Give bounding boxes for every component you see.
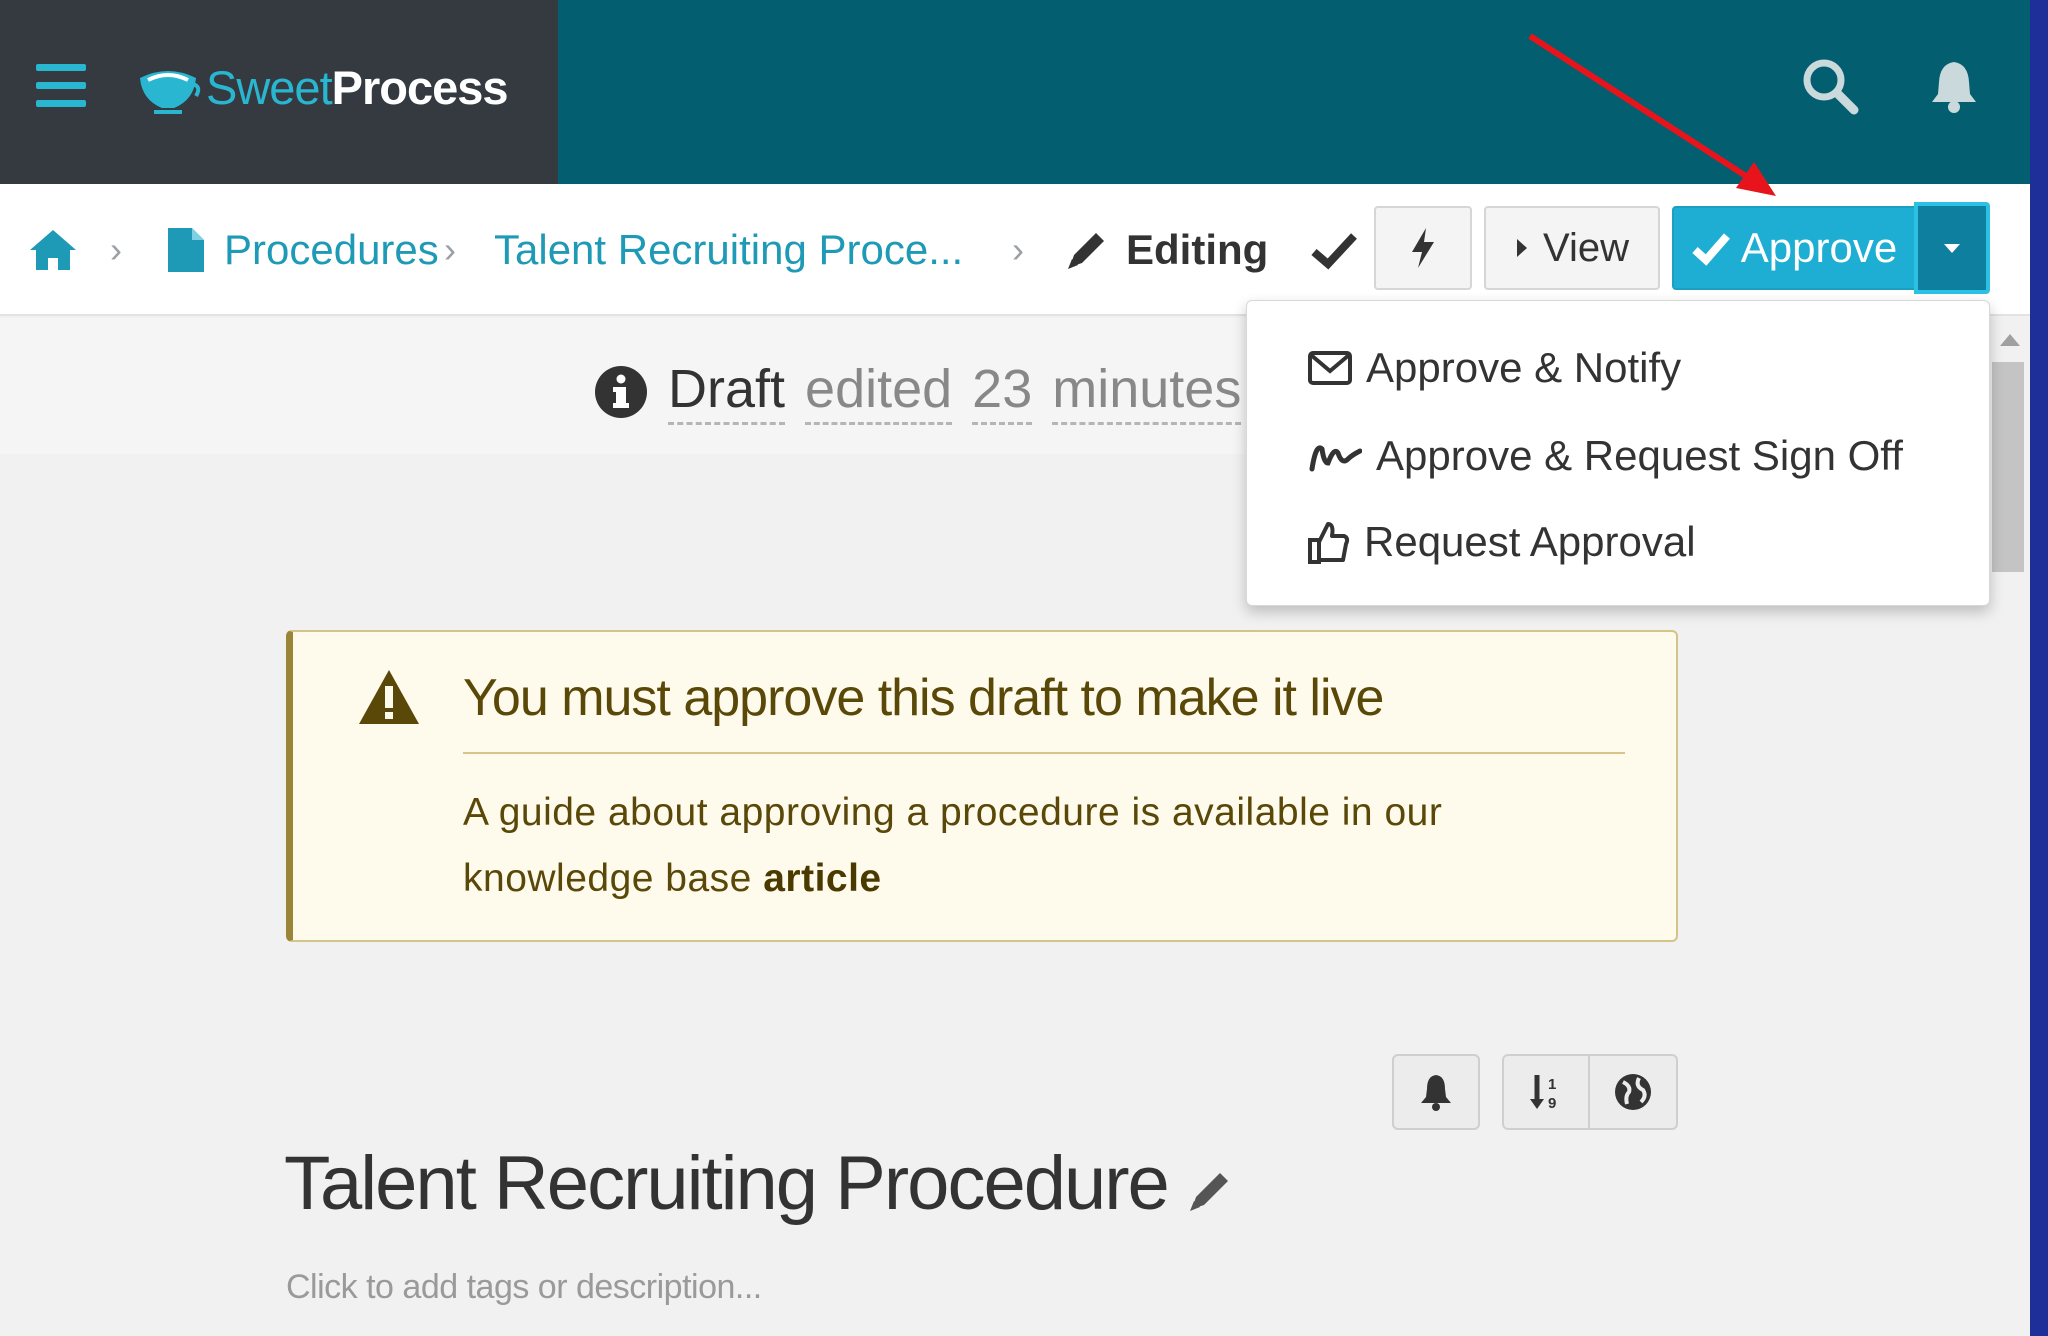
approve-dropdown-toggle[interactable] — [1914, 202, 1990, 294]
app-window: SweetProcess › Procedures › Talent Recru… — [0, 0, 2030, 1336]
lightning-icon — [1412, 228, 1434, 268]
status-word: 23 — [972, 358, 1033, 425]
bell-icon — [1421, 1075, 1451, 1111]
procedure-title-text: Talent Recruiting Procedure — [284, 1141, 1170, 1226]
cup-logo-icon — [140, 71, 201, 114]
alert-divider — [463, 752, 1625, 754]
bell-icon[interactable] — [1924, 56, 1984, 116]
breadcrumb: › Procedures › Talent Recruiting Proce..… — [0, 184, 2030, 316]
globe-icon[interactable] — [1590, 1054, 1678, 1130]
notification-settings-button[interactable] — [1392, 1054, 1480, 1130]
alert-body-text: A guide about approving a procedure is a… — [463, 791, 1443, 900]
approval-warning-alert: You must approve this draft to make it l… — [286, 630, 1678, 942]
menu-item-label: Approve & Request Sign Off — [1376, 432, 1903, 479]
thumbs-up-icon — [1308, 522, 1350, 564]
logo-text-sweet: Sweet — [206, 61, 333, 114]
hamburger-menu-icon[interactable] — [36, 64, 86, 107]
menu-item-label: Approve & Notify — [1366, 344, 1682, 391]
approve-button[interactable]: Approve — [1672, 206, 1916, 290]
procedure-title[interactable]: Talent Recruiting Procedure — [284, 1140, 1234, 1227]
view-button[interactable]: View — [1484, 206, 1660, 290]
pencil-icon[interactable] — [1186, 1167, 1234, 1215]
breadcrumb-procedure-name[interactable]: Talent Recruiting Proce... — [494, 184, 963, 316]
scrollbar-thumb[interactable] — [1992, 362, 2024, 572]
breadcrumb-separator: › — [110, 229, 122, 270]
breadcrumb-separator: › — [1012, 229, 1024, 270]
logo-text: SweetProcess — [206, 56, 509, 120]
home-icon[interactable] — [28, 184, 78, 316]
alert-body: A guide about approving a procedure is a… — [463, 780, 1603, 912]
status-word: edited — [805, 358, 953, 425]
editing-indicator: Editing — [1064, 184, 1268, 316]
warning-icon — [359, 670, 419, 724]
svg-text:1: 1 — [1548, 1076, 1556, 1093]
tags-description-placeholder[interactable]: Click to add tags or description... — [286, 1268, 762, 1307]
menu-item-label: Request Approval — [1364, 518, 1696, 565]
approve-button-label: Approve — [1740, 224, 1898, 271]
menu-item-approve-notify[interactable]: Approve & Notify — [1308, 336, 1681, 400]
info-icon — [595, 365, 647, 418]
quick-action-button[interactable] — [1374, 206, 1472, 290]
sort-numeric-icon: 19 — [1530, 1075, 1556, 1111]
editing-label: Editing — [1126, 226, 1269, 273]
envelope-icon — [1308, 351, 1352, 385]
logo[interactable]: SweetProcess — [134, 56, 509, 120]
document-icon — [166, 184, 206, 316]
svg-text:9: 9 — [1548, 1095, 1556, 1111]
pencil-icon — [1068, 233, 1104, 269]
menu-item-request-approval[interactable]: Request Approval — [1308, 510, 1696, 574]
search-icon[interactable] — [1800, 56, 1860, 116]
status-word: minutes — [1052, 358, 1242, 425]
checkmark-icon — [1692, 233, 1730, 266]
breadcrumb-separator: › — [444, 229, 456, 270]
checkmark-icon — [1311, 233, 1357, 270]
knowledge-base-article-link[interactable]: article — [763, 857, 881, 900]
sort-steps-button[interactable]: 19 — [1502, 1054, 1590, 1130]
status-word: Draft — [668, 358, 786, 425]
alert-title: You must approve this draft to make it l… — [463, 669, 1384, 727]
signature-icon — [1309, 445, 1362, 472]
logo-text-process: Process — [331, 61, 509, 114]
scroll-up-arrow-icon[interactable] — [2000, 334, 2020, 346]
draft-status[interactable]: Draft edited 23 minutes a — [594, 358, 1292, 425]
breadcrumb-procedures[interactable]: Procedures — [224, 184, 439, 316]
menu-item-approve-request-sign-off[interactable]: Approve & Request Sign Off — [1308, 424, 1903, 488]
top-bar: SweetProcess — [0, 0, 2030, 184]
caret-right-icon — [1517, 239, 1527, 257]
brand-area: SweetProcess — [0, 0, 558, 184]
view-button-label: View — [1543, 225, 1629, 270]
caret-down-icon — [1944, 244, 1960, 253]
